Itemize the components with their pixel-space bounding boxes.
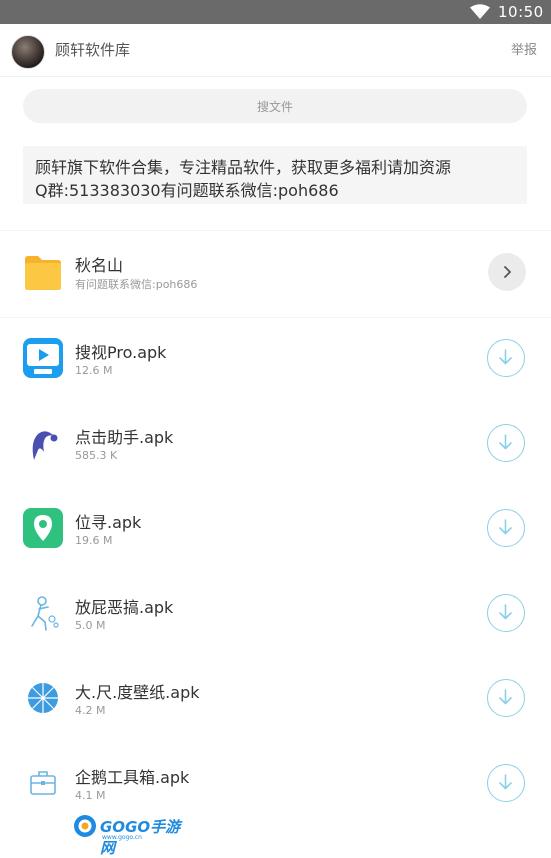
folder-subtitle: 有问题联系微信:poh686 bbox=[75, 278, 198, 291]
file-name: 搜视Pro.apk bbox=[75, 343, 167, 362]
notice-line-1: 顾轩旗下软件合集，专注精品软件，获取更多福利请加资源 bbox=[35, 158, 452, 177]
report-button[interactable]: 举报 bbox=[511, 39, 537, 58]
status-bar: 10:50 bbox=[0, 0, 551, 24]
file-size: 4.1 M bbox=[75, 789, 106, 802]
file-size: 12.6 M bbox=[75, 364, 113, 377]
download-button[interactable] bbox=[487, 424, 525, 462]
file-item[interactable]: 放屁恶搞.apk 5.0 M bbox=[0, 576, 551, 661]
click-helper-app-icon bbox=[32, 431, 58, 460]
file-name: 企鹅工具箱.apk bbox=[75, 768, 190, 787]
file-item[interactable]: 点击助手.apk 585.3 K bbox=[0, 406, 551, 491]
status-time: 10:50 bbox=[498, 3, 544, 21]
file-name: 点击助手.apk bbox=[75, 428, 174, 447]
watermark-logo: GOGO手游网 www.gogo.cn bbox=[72, 812, 182, 857]
souship-app-icon bbox=[23, 338, 63, 378]
chevron-right-icon bbox=[504, 266, 511, 278]
download-button[interactable] bbox=[487, 509, 525, 547]
notice-line-2: Q群:513383030有问题联系微信:poh686 bbox=[35, 181, 339, 200]
file-name: 放屁恶搞.apk bbox=[75, 598, 174, 617]
file-name: 位寻.apk bbox=[75, 513, 142, 532]
download-button[interactable] bbox=[487, 594, 525, 632]
search-label: 搜文件 bbox=[256, 99, 293, 114]
app-header: 顾轩软件库 举报 bbox=[0, 24, 551, 77]
file-item[interactable]: 位寻.apk 19.6 M bbox=[0, 491, 551, 576]
watermark-url: www.gogo.cn bbox=[102, 834, 142, 841]
location-app-icon bbox=[23, 508, 63, 548]
open-folder-button[interactable] bbox=[488, 253, 526, 291]
file-item[interactable]: 大.尺.度壁纸.apk 4.2 M bbox=[0, 661, 551, 746]
file-name: 大.尺.度壁纸.apk bbox=[75, 683, 200, 702]
prank-app-icon bbox=[31, 596, 59, 631]
download-icon bbox=[499, 689, 512, 705]
folder-item[interactable]: 秋名山 有问题联系微信:poh686 bbox=[0, 230, 551, 318]
folder-icon bbox=[25, 256, 61, 290]
download-icon bbox=[499, 519, 512, 535]
file-size: 5.0 M bbox=[75, 619, 106, 632]
file-size: 4.2 M bbox=[75, 704, 106, 717]
wifi-icon bbox=[470, 4, 490, 19]
download-button[interactable] bbox=[487, 339, 525, 377]
download-icon bbox=[499, 434, 512, 450]
avatar[interactable] bbox=[11, 35, 45, 69]
page-title: 顾轩软件库 bbox=[55, 41, 131, 59]
file-size: 585.3 K bbox=[75, 449, 118, 462]
download-icon bbox=[499, 349, 512, 365]
wallpaper-app-icon bbox=[28, 683, 58, 713]
download-icon bbox=[499, 774, 512, 790]
search-input[interactable]: 搜文件 bbox=[23, 89, 527, 123]
download-button[interactable] bbox=[487, 764, 525, 802]
download-icon bbox=[499, 604, 512, 620]
download-button[interactable] bbox=[487, 679, 525, 717]
file-size: 19.6 M bbox=[75, 534, 113, 547]
notice-box: 顾轩旗下软件合集，专注精品软件，获取更多福利请加资源 Q群:513383030有… bbox=[23, 146, 527, 204]
gogo-logo-icon bbox=[74, 815, 96, 837]
folder-name: 秋名山 bbox=[75, 256, 124, 275]
file-item[interactable]: 搜视Pro.apk 12.6 M bbox=[0, 321, 551, 406]
toolbox-app-icon bbox=[30, 771, 56, 795]
